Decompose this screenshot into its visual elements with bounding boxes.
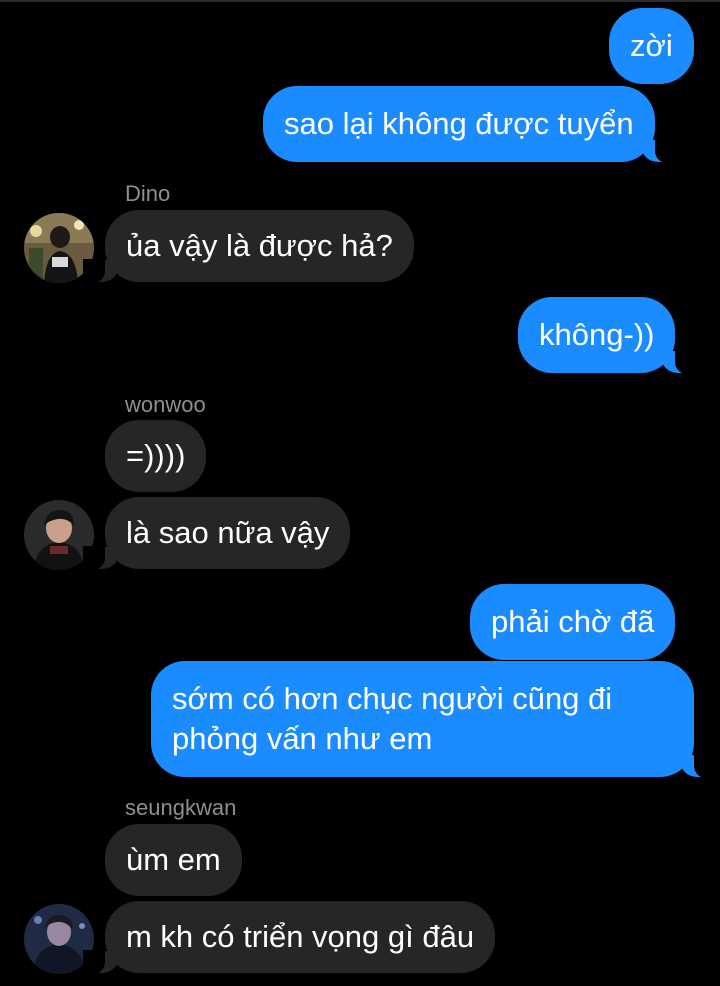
message-text: m kh có triển vọng gì đâu xyxy=(126,919,475,954)
chat-thread: zời sao lại không được tuyển Dino ủa vậy… xyxy=(0,0,720,986)
incoming-message[interactable]: m kh có triển vọng gì đâu xyxy=(82,901,496,974)
outgoing-message[interactable]: không-)) xyxy=(518,297,698,374)
incoming-message[interactable]: là sao nữa vậy xyxy=(82,497,351,570)
message-text: sớm có hơn chục người cũng đi phỏng vấn … xyxy=(172,681,613,756)
sender-name: seungkwan xyxy=(125,795,237,820)
outgoing-message[interactable]: sớm có hơn chục người cũng đi phỏng vấn … xyxy=(151,661,716,778)
incoming-message[interactable]: =)))) xyxy=(105,420,207,492)
outgoing-message[interactable]: phải chờ đã xyxy=(470,584,676,660)
message-text: ùm em xyxy=(126,842,221,877)
outgoing-message[interactable]: zời xyxy=(609,8,694,84)
sender-name: wonwoo xyxy=(125,392,206,417)
sender-name: Dino xyxy=(125,181,171,206)
message-text: là sao nữa vậy xyxy=(126,515,330,550)
message-text: =)))) xyxy=(126,438,186,473)
message-text: phải chờ đã xyxy=(491,604,655,639)
message-text: ủa vậy là được hả? xyxy=(126,228,393,263)
outgoing-message[interactable]: sao lại không được tuyển xyxy=(263,86,677,163)
top-divider xyxy=(0,0,720,2)
incoming-message[interactable]: ủa vậy là được hả? xyxy=(83,210,414,283)
message-text: không-)) xyxy=(539,317,655,352)
message-text: sao lại không được tuyển xyxy=(284,106,634,141)
message-text: zời xyxy=(630,28,673,63)
incoming-message[interactable]: ùm em xyxy=(105,824,242,896)
